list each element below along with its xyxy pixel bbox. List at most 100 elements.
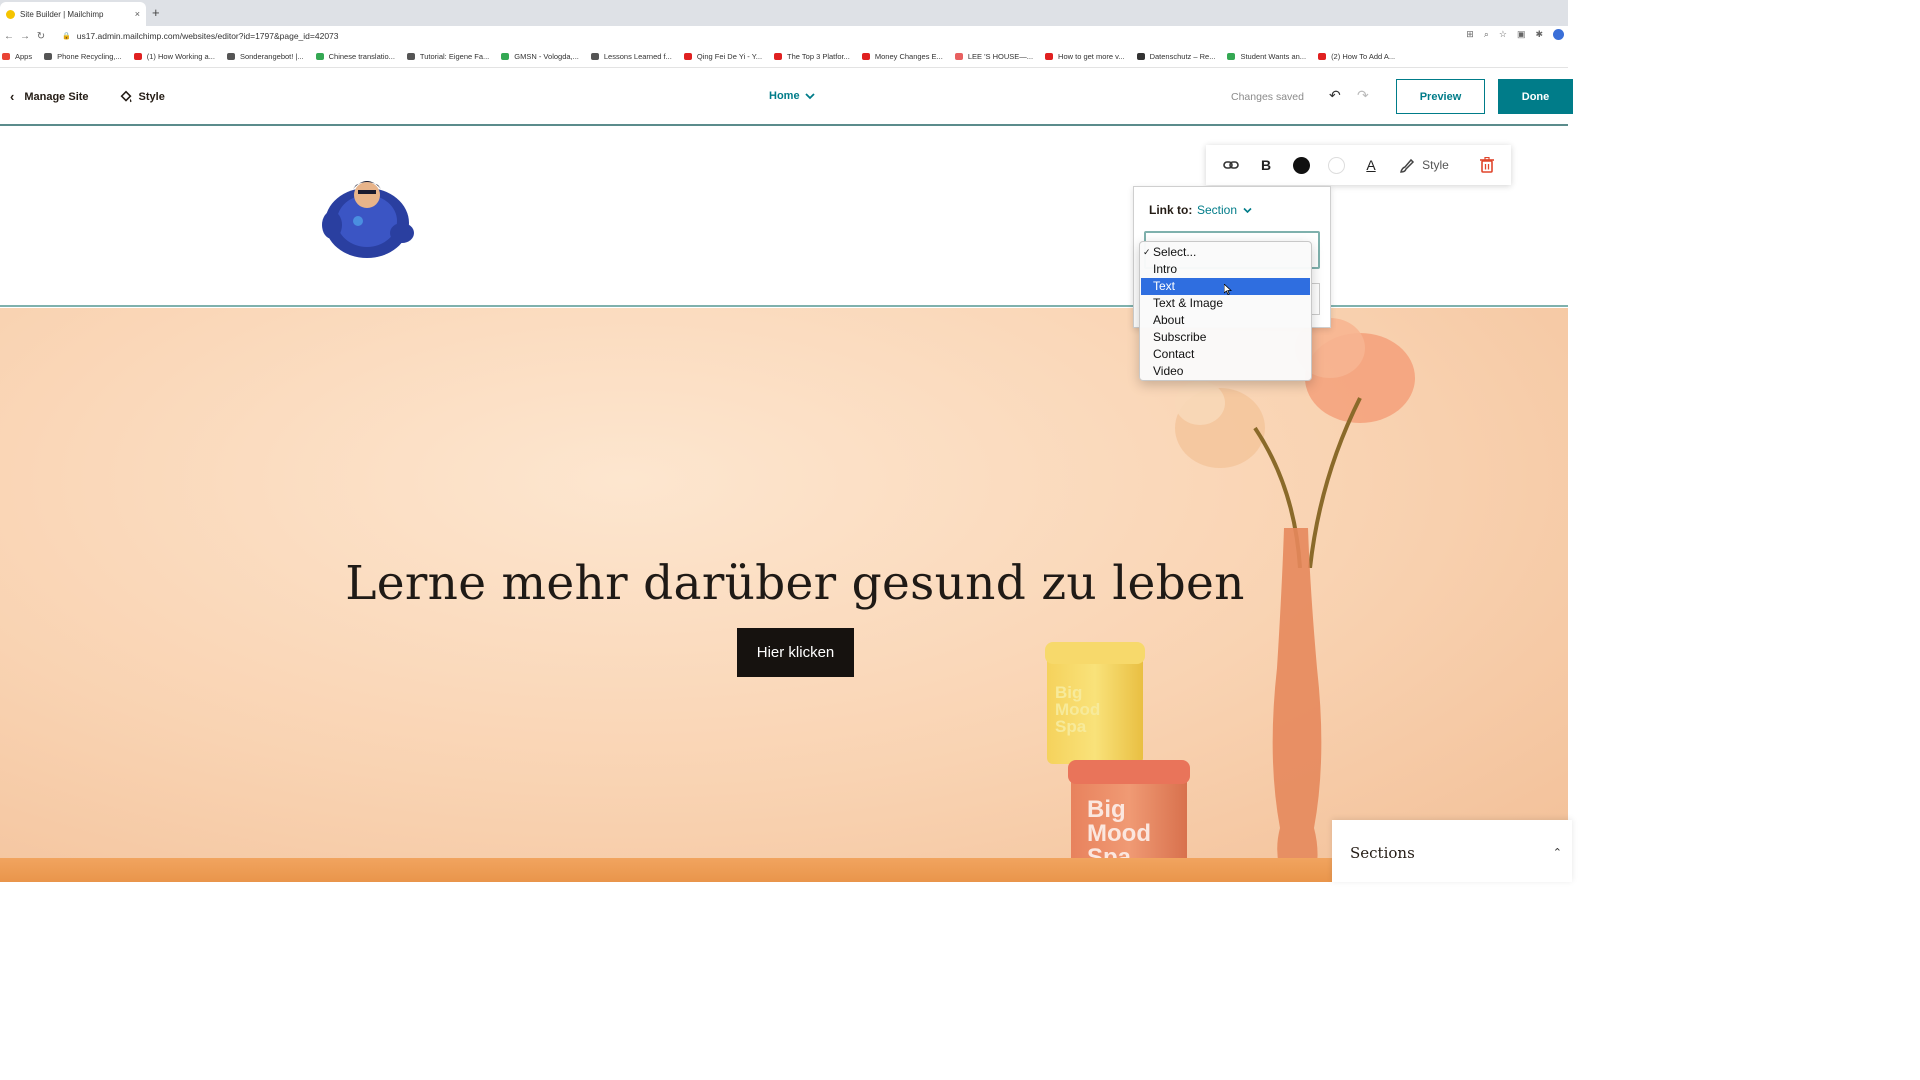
sections-label: Sections [1350, 844, 1415, 862]
link-icon[interactable] [1220, 145, 1242, 185]
bookmark-item[interactable]: Qing Fei De Yi - Y... [683, 52, 763, 61]
bookmark-item[interactable]: Phone Recycling,... [44, 52, 122, 61]
chevron-up-icon[interactable]: ⌃ [1553, 846, 1562, 859]
section-dropdown-list: ✓ Select... Intro Text Text & Image About Subs… [1139, 241, 1312, 381]
extension-icon[interactable]: ▣ [1517, 29, 1526, 40]
dropdown-option[interactable]: Subscribe [1140, 329, 1311, 346]
chevron-down-icon [804, 93, 815, 100]
address-bar[interactable]: 🔒 us17.admin.mailchimp.com/websites/edit… [62, 28, 1442, 44]
browser-toolbar: ← → ↻ 🔒 us17.admin.mailchimp.com/website… [0, 26, 1568, 46]
bookmark-star-icon[interactable]: ☆ [1499, 29, 1507, 40]
bookmark-favicon-icon [683, 53, 692, 60]
bookmark-label: Phone Recycling,... [57, 52, 122, 61]
undo-icon[interactable]: ↶ [1329, 87, 1341, 104]
profile-avatar[interactable] [1553, 29, 1564, 40]
done-button[interactable]: Done [1498, 79, 1573, 114]
dropdown-option[interactable]: Contact [1140, 346, 1311, 363]
reload-icon[interactable]: ↻ [34, 31, 48, 42]
forward-icon[interactable]: → [18, 31, 32, 42]
bookmark-favicon-icon [315, 53, 324, 60]
bookmarks-bar: Apps Phone Recycling,... (1) How Working a… [0, 46, 1568, 68]
bookmark-favicon-icon [2, 53, 10, 60]
style-label: Style [138, 90, 165, 103]
bookmark-favicon-icon [1318, 53, 1327, 60]
page-selector-label: Home [769, 90, 800, 102]
dropdown-option[interactable]: About [1140, 312, 1311, 329]
sections-panel[interactable]: Sections ⌃ [1332, 820, 1572, 882]
editor-top-bar: ‹ Manage Site Style Home Changes saved ↶… [0, 68, 1573, 126]
lock-icon: 🔒 [62, 33, 71, 40]
mouse-cursor [1224, 284, 1232, 295]
style-toolbar-label: Style [1422, 158, 1449, 172]
bookmark-item[interactable]: Money Changes E... [861, 52, 943, 61]
hero-title[interactable]: Lerne mehr darüber gesund zu leben [0, 556, 1568, 611]
text-format-toolbar: B A Style [1206, 145, 1511, 185]
back-icon[interactable]: ← [2, 31, 16, 42]
chevron-left-icon[interactable]: ‹ [10, 89, 14, 104]
dropdown-option[interactable]: Intro [1140, 261, 1311, 278]
bookmark-favicon-icon [501, 53, 510, 60]
zoom-icon[interactable]: ⌕ [1484, 29, 1489, 40]
bookmark-favicon-icon [1227, 53, 1236, 60]
style-button[interactable]: Style [119, 90, 165, 104]
font-color-button[interactable]: A [1361, 145, 1381, 185]
dropdown-option-label: Text [1153, 279, 1176, 293]
bookmark-item[interactable]: The Top 3 Platfor... [774, 52, 850, 61]
hero-cta-button[interactable]: Hier klicken [737, 628, 854, 677]
bookmark-item[interactable]: (1) How Working a... [133, 52, 215, 61]
link-to-label: Link to: [1149, 203, 1193, 217]
checkmark-icon: ✓ [1143, 247, 1151, 257]
preview-button[interactable]: Preview [1396, 79, 1485, 114]
bookmark-label: The Top 3 Platfor... [787, 52, 850, 61]
dropdown-option-label: Subscribe [1153, 330, 1207, 344]
new-tab-button[interactable]: + [152, 5, 160, 20]
delete-icon[interactable] [1476, 145, 1498, 185]
style-toolbar-button[interactable]: Style [1394, 145, 1454, 185]
page-selector[interactable]: Home [769, 90, 815, 102]
bookmark-item[interactable]: Lessons Learned f... [590, 52, 672, 61]
translate-icon[interactable]: ⊞ [1466, 29, 1474, 40]
bookmark-favicon-icon [406, 53, 415, 60]
manage-site-link[interactable]: Manage Site [24, 91, 88, 103]
superhero-logo[interactable] [320, 175, 414, 261]
highlight-color-swatch[interactable] [1326, 145, 1346, 185]
redo-icon[interactable]: ↷ [1357, 87, 1369, 104]
hero-section[interactable]: Big Mood Spa Big Mood Spa Lerne mehr dar… [0, 308, 1568, 882]
bookmark-item[interactable]: Apps [2, 52, 32, 61]
save-status: Changes saved [1231, 91, 1304, 103]
puzzle-icon[interactable]: ✱ [1535, 29, 1543, 40]
bookmark-item[interactable]: Chinese translatio... [315, 52, 395, 61]
bold-button[interactable]: B [1256, 145, 1276, 185]
text-color-black-swatch[interactable] [1291, 145, 1311, 185]
bookmark-item[interactable]: How to get more v... [1045, 52, 1125, 61]
bookmark-favicon-icon [226, 53, 235, 60]
bookmark-item[interactable]: Tutorial: Eigene Fa... [406, 52, 489, 61]
dropdown-option[interactable]: Video [1140, 363, 1311, 380]
browser-tab[interactable]: Site Builder | Mailchimp × [0, 2, 146, 26]
bookmark-item[interactable]: Sonderangebot! |... [226, 52, 304, 61]
bookmark-label: Student Wants an... [1240, 52, 1307, 61]
tab-title: Site Builder | Mailchimp [20, 9, 104, 19]
dropdown-option-label: Contact [1153, 347, 1195, 361]
bookmark-label: (1) How Working a... [146, 52, 215, 61]
tab-close-icon[interactable]: × [135, 9, 140, 19]
link-type-selector[interactable]: Section [1197, 203, 1252, 217]
dropdown-option-label: About [1153, 313, 1185, 327]
bookmark-item[interactable]: (2) How To Add A... [1318, 52, 1395, 61]
bookmark-item[interactable]: Datenschutz – Re... [1136, 52, 1216, 61]
bookmark-label: Qing Fei De Yi - Y... [696, 52, 763, 61]
dropdown-option-label: Text & Image [1153, 296, 1224, 310]
dropdown-option-label: Select... [1153, 245, 1197, 259]
dropdown-option[interactable]: Text & Image [1140, 295, 1311, 312]
bookmark-favicon-icon [133, 53, 142, 60]
paint-bucket-icon [120, 90, 132, 102]
bookmark-label: Apps [15, 52, 33, 61]
bookmark-label: GMSN - Vologda,... [514, 52, 579, 61]
bookmark-item[interactable]: LEE 'S HOUSE—... [954, 52, 1033, 61]
bookmark-label: Datenschutz – Re... [1149, 52, 1216, 61]
bookmark-item[interactable]: Student Wants an... [1227, 52, 1306, 61]
bookmark-label: (2) How To Add A... [1331, 52, 1396, 61]
url-text: us17.admin.mailchimp.com/websites/editor… [76, 31, 339, 41]
dropdown-option[interactable]: ✓ Select... [1140, 244, 1311, 261]
bookmark-item[interactable]: GMSN - Vologda,... [501, 52, 579, 61]
